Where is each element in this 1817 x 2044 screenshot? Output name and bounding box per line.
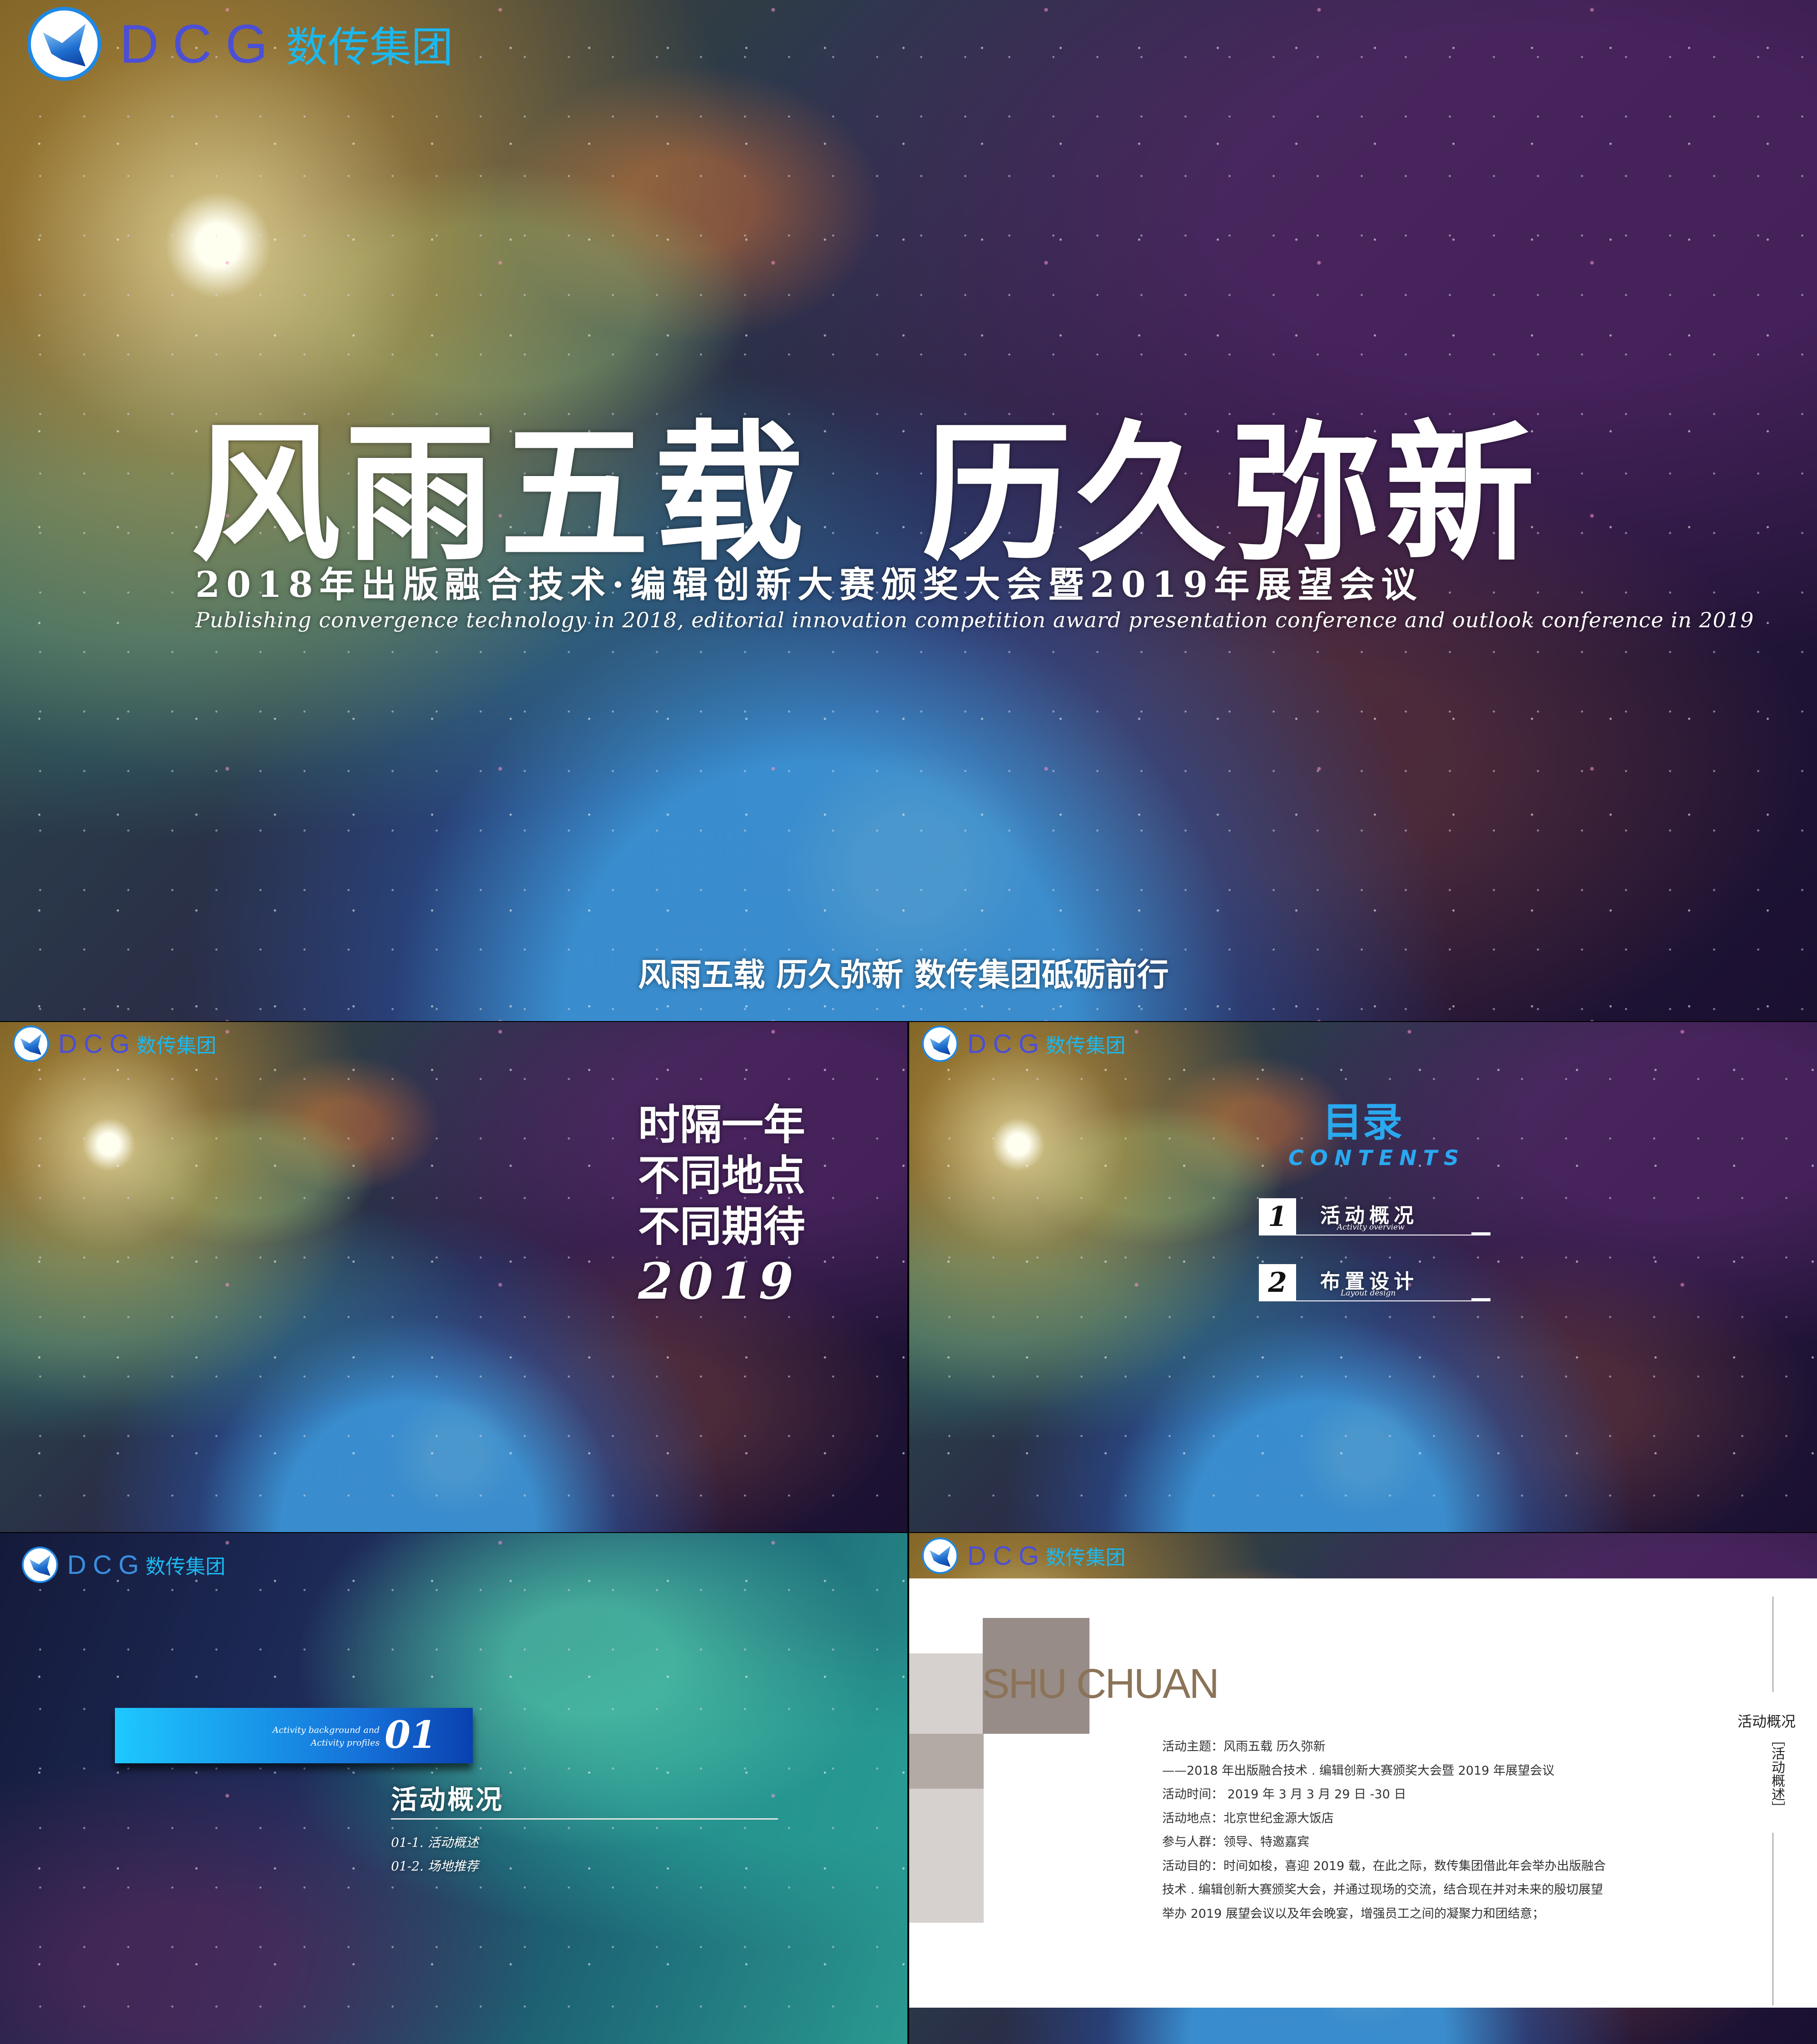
- contents-title-en: CONTENTS: [1288, 1146, 1465, 1170]
- contents-item-1[interactable]: 1 活动概况 Activity overview: [1259, 1198, 1490, 1235]
- section-divider: [391, 1818, 778, 1820]
- side-line-bottom: [1772, 1833, 1773, 2005]
- cover-subtitle: 2018年出版融合技术·编辑创新大赛颁奖大会暨2019年展望会议: [195, 564, 1423, 605]
- butterfly-icon: [13, 1026, 49, 1062]
- logo: DCG 数传集团: [13, 1026, 216, 1062]
- text-line: 活动地点：北京世纪金源大饭店: [1162, 1811, 1334, 1826]
- section-slide: DCG 数传集团 Activity background and Activit…: [0, 1533, 907, 2044]
- overview-slide: DCG 数传集团 SHU CHUAN 活动主题：风雨五载 历久弥新 ——2018…: [909, 1533, 1817, 2044]
- cover-tagline: 风雨五载 历久弥新 数传集团砥砺前行: [638, 956, 1169, 993]
- banner-en-1: Activity background and: [272, 1725, 380, 1735]
- logo-cn: 数传集团: [286, 23, 453, 72]
- side-vertical-label: ［活动概述］: [1769, 1733, 1785, 1815]
- logo: DCG 数传集团: [922, 1538, 1125, 1574]
- text-line: 活动时间： 2019 年 3 月 3 月 29 日 -30 日: [1162, 1787, 1406, 1801]
- text-line: 举办 2019 展望会议以及年会晚宴，增强员工之间的凝聚力和团结意；: [1162, 1906, 1545, 1921]
- contents-item-2[interactable]: 2 布置设计 Layout design: [1259, 1264, 1490, 1301]
- cover-slide: DCG 数传集团 风雨五载 历久弥新 2018年出版融合技术·编辑创新大赛颁奖大…: [0, 0, 1817, 1021]
- intro-year: 2019: [638, 1252, 799, 1310]
- overview-heading: SHU CHUAN: [982, 1661, 1219, 1707]
- butterfly-icon: [922, 1026, 958, 1062]
- divider: [1296, 1300, 1484, 1301]
- section-banner: Activity background and Activity profile…: [115, 1708, 473, 1763]
- logo-en: DCG: [58, 1029, 137, 1059]
- logo-en: DCG: [67, 1550, 146, 1580]
- logo-cn: 数传集团: [1045, 1034, 1126, 1057]
- logo-en: DCG: [967, 1029, 1046, 1059]
- content-panel: SHU CHUAN 活动主题：风雨五载 历久弥新 ——2018 年出版融合技术 …: [909, 1578, 1817, 2008]
- item-sub: Layout design: [1341, 1289, 1396, 1298]
- logo-cn: 数传集团: [136, 1034, 217, 1057]
- butterfly-icon: [22, 1547, 58, 1583]
- item-number-box: 2: [1259, 1264, 1296, 1301]
- section-title: 活动概况: [391, 1784, 504, 1815]
- cover-subtitle-en: Publishing convergence technology in 201…: [195, 608, 1754, 632]
- text-line: 活动目的：时间如梭，喜迎 2019 载，在此之际，数传集团借此年会举办出版融合: [1162, 1859, 1606, 1873]
- intro-line: 不同期待: [638, 1202, 806, 1251]
- intro-line: 不同地点: [638, 1151, 806, 1200]
- item-number-box: 1: [1259, 1198, 1296, 1235]
- logo-en: DCG: [967, 1541, 1046, 1571]
- side-line-top: [1772, 1597, 1773, 1692]
- intro-line: 时隔一年: [638, 1100, 806, 1149]
- text-line: 技术 . 编辑创新大赛颁奖大会，并通过现场的交流，结合现在并对未来的殷切展望: [1162, 1883, 1603, 1897]
- logo-cn: 数传集团: [145, 1555, 226, 1578]
- butterfly-icon: [27, 7, 101, 81]
- deco-square-mid: [909, 1734, 984, 1789]
- side-label: 活动概况: [1738, 1713, 1796, 1730]
- overview-text: 活动主题：风雨五载 历久弥新 ——2018 年出版融合技术 . 编辑创新大赛颁奖…: [1162, 1735, 1606, 1926]
- logo: DCG 数传集团: [922, 1026, 1125, 1062]
- banner-en-2: Activity profiles: [311, 1738, 380, 1748]
- logo-cn: 数传集团: [1045, 1546, 1126, 1569]
- intro-slide: DCG 数传集团 时隔一年 不同地点 不同期待 2019: [0, 1022, 907, 1532]
- divider-accent: [1471, 1298, 1490, 1301]
- logo: DCG 数传集团: [22, 1547, 225, 1583]
- section-number: 01: [384, 1713, 436, 1757]
- intro-text: 时隔一年 不同地点 不同期待 2019: [638, 1099, 805, 1311]
- logo-en: DCG: [119, 13, 282, 74]
- text-line: 参与人群：领导、特邀嘉宾: [1162, 1835, 1309, 1849]
- butterfly-icon: [922, 1538, 958, 1574]
- text-line: 活动主题：风雨五载 历久弥新: [1162, 1740, 1326, 1754]
- section-item[interactable]: 01-1. 活动概述: [391, 1833, 479, 1851]
- item-sub: Activity overview: [1337, 1223, 1405, 1232]
- section-item[interactable]: 01-2. 场地推荐: [391, 1856, 479, 1875]
- text-line: ——2018 年出版融合技术 . 编辑创新大赛颁奖大会暨 2019 年展望会议: [1162, 1763, 1555, 1778]
- logo: DCG 数传集团: [27, 7, 453, 81]
- divider-accent: [1471, 1232, 1490, 1235]
- contents-slide: DCG 数传集团 目录 CONTENTS 1 活动概况 Activity ove…: [909, 1022, 1817, 1532]
- contents-title: 目录: [1322, 1098, 1403, 1146]
